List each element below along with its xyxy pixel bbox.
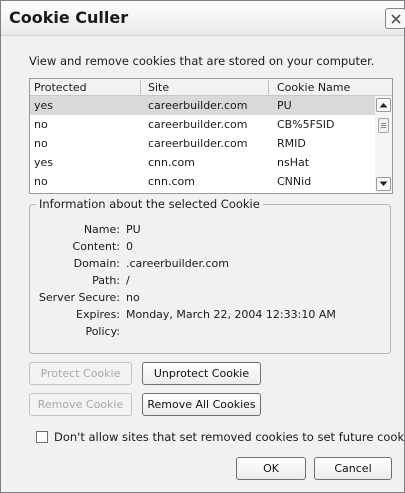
column-site[interactable]: Site [148,81,169,95]
cell-cookie-name: nsHat [277,156,310,169]
scroll-down-button[interactable] [376,177,391,191]
list-header: Protected Site Cookie Name [30,79,392,96]
close-icon [390,13,401,24]
field-value: no [126,291,140,304]
field-label: Policy: [85,325,120,338]
column-cookie-name[interactable]: Cookie Name [277,81,350,95]
cell-cookie-name: PU [277,99,292,112]
cancel-button[interactable]: Cancel [314,457,392,480]
table-row[interactable]: no careerbuilder.com CB%5FSID [30,115,375,134]
field-domain: Domain: .careerbuilder.com [30,257,390,271]
table-row[interactable]: yes cnn.com nsHat [30,153,375,172]
cookie-list[interactable]: Protected Site Cookie Name yes careerbui… [29,78,393,194]
cell-protected: yes [34,156,54,169]
ok-button[interactable]: OK [236,457,306,480]
field-value: PU [126,223,141,236]
table-row[interactable]: no careerbuilder.com RMID [30,134,375,153]
grip-line [381,123,386,124]
cell-cookie-name: CB%5FSID [277,118,335,131]
grip-line [381,127,386,128]
cell-site: careerbuilder.com [148,118,248,131]
group-legend: Information about the selected Cookie [36,197,263,211]
field-label: Domain: [73,257,120,270]
remove-cookie-button[interactable]: Remove Cookie [29,393,132,416]
checkbox-label[interactable]: Don't allow sites that set removed cooki… [54,430,405,444]
close-button[interactable] [385,8,405,29]
cell-protected: no [34,175,48,188]
field-label: Path: [92,274,120,287]
field-label: Name: [83,223,120,236]
field-expires: Expires: Monday, March 22, 2004 12:33:10… [30,308,390,322]
remove-all-cookies-button[interactable]: Remove All Cookies [142,393,261,416]
cell-site: careerbuilder.com [148,99,248,112]
cell-cookie-name: CNNid [277,175,312,188]
cell-protected: yes [34,99,54,112]
scrollbar-thumb[interactable] [378,118,389,133]
cell-site: cnn.com [148,175,195,188]
column-protected[interactable]: Protected [34,81,87,95]
scroll-up-icon [379,103,388,108]
cell-site: cnn.com [148,156,195,169]
table-row[interactable]: yes careerbuilder.com PU [30,96,375,115]
cell-protected: no [34,118,48,131]
cell-cookie-name: RMID [277,137,306,150]
field-label: Server Secure: [38,291,120,304]
vertical-scrollbar[interactable] [375,96,392,193]
field-value: / [126,274,130,287]
title-bar: Cookie Culler [1,1,405,36]
window-title: Cookie Culler [9,8,129,27]
field-value: Monday, March 22, 2004 12:33:10 AM [126,308,336,321]
intro-text: View and remove cookies that are stored … [29,54,375,68]
cookie-info-group: Information about the selected Cookie Na… [29,197,391,354]
field-policy: Policy: [30,325,390,339]
grip-line [381,125,386,126]
cookie-culler-dialog: Cookie Culler View and remove cookies th… [0,0,405,493]
field-name: Name: PU [30,223,390,237]
table-row[interactable]: no cnn.com CNNid [30,172,375,191]
field-label: Expires: [76,308,120,321]
column-divider[interactable] [140,80,141,94]
block-removed-cookies-checkbox[interactable] [36,431,48,443]
cell-site: careerbuilder.com [148,137,248,150]
field-label: Content: [72,240,120,253]
unprotect-cookie-button[interactable]: Unprotect Cookie [142,362,261,385]
field-value: 0 [126,240,133,253]
protect-cookie-button[interactable]: Protect Cookie [29,362,132,385]
field-value: .careerbuilder.com [126,257,229,270]
scroll-down-icon [379,181,388,186]
field-content: Content: 0 [30,240,390,254]
cell-protected: no [34,137,48,150]
column-divider[interactable] [268,80,269,94]
field-path: Path: / [30,274,390,288]
field-server-secure: Server Secure: no [30,291,390,305]
scroll-up-button[interactable] [376,98,391,112]
